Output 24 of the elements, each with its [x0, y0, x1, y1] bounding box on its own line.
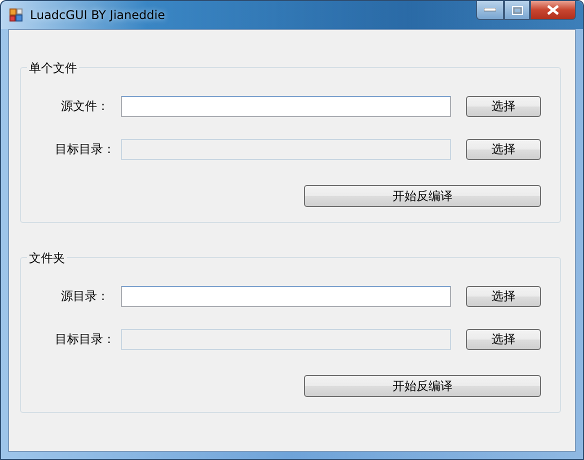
- browse-button[interactable]: 选择: [466, 139, 541, 160]
- path-field[interactable]: [121, 329, 452, 350]
- browse-button[interactable]: 选择: [466, 329, 541, 350]
- browse-button[interactable]: 选择: [466, 286, 541, 307]
- minimize-icon: [484, 8, 496, 12]
- close-icon: [547, 5, 559, 15]
- field-label: 源目录：: [60, 288, 110, 305]
- minimize-button[interactable]: [476, 1, 504, 20]
- app-icon: [9, 8, 23, 22]
- path-field[interactable]: [121, 139, 452, 160]
- decompile-button[interactable]: 开始反编译: [304, 375, 541, 397]
- decompile-button[interactable]: 开始反编译: [304, 185, 541, 207]
- field-label: 目标目录：: [54, 331, 116, 348]
- browse-button[interactable]: 选择: [466, 96, 541, 117]
- close-button[interactable]: [530, 1, 576, 20]
- group-title: 文件夹: [27, 250, 67, 267]
- maximize-icon: [512, 6, 522, 14]
- window-title: LuadcGUI BY Jianeddie: [30, 8, 165, 22]
- field-label: 目标目录：: [54, 141, 116, 158]
- field-label: 源文件：: [60, 98, 110, 115]
- path-field[interactable]: [121, 96, 452, 117]
- maximize-button[interactable]: [504, 1, 530, 20]
- group-title: 单个文件: [27, 60, 79, 77]
- path-field[interactable]: [121, 286, 452, 307]
